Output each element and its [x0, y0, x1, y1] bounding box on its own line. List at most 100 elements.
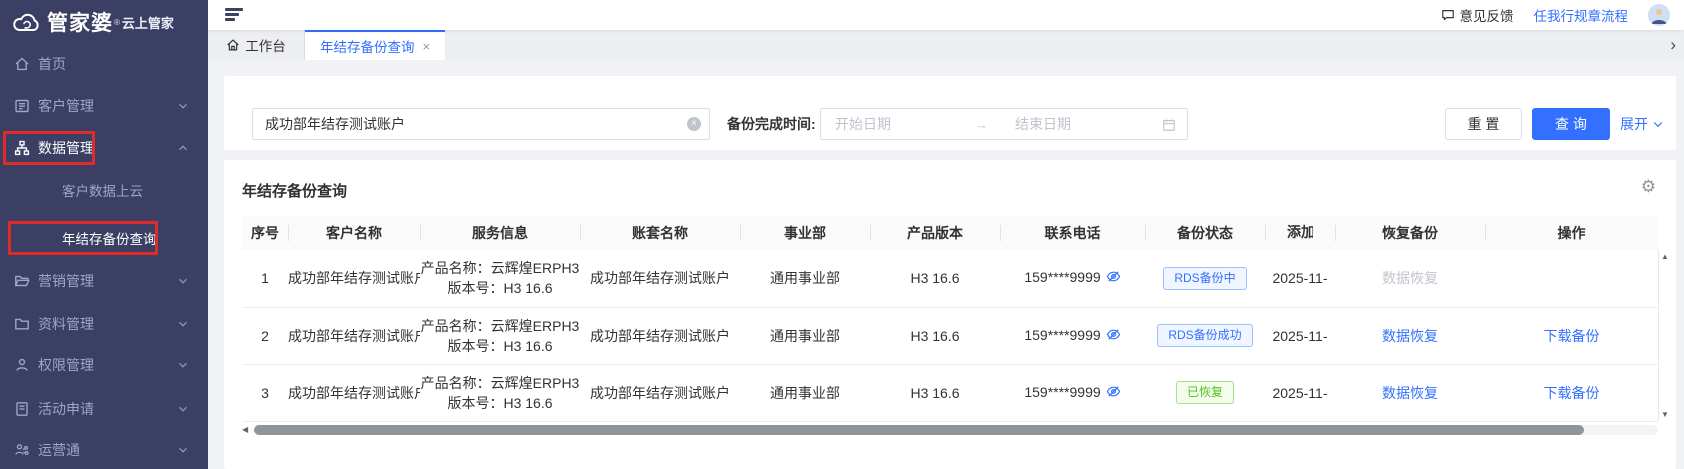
cell-division: 通用事业部	[740, 250, 870, 308]
col-backup-status: 备份状态	[1145, 216, 1265, 250]
col-account: 账套名称	[580, 216, 740, 250]
col-service-info: 服务信息	[420, 216, 580, 250]
tab-overflow-right-icon[interactable]: ›	[1670, 33, 1676, 57]
chevron-up-icon	[176, 141, 190, 155]
rules-process-link[interactable]: 任我行规章流程	[1534, 5, 1629, 25]
start-date-input[interactable]	[835, 116, 975, 132]
reset-button[interactable]: 重 置	[1445, 108, 1522, 140]
expand-label: 展开	[1620, 116, 1648, 132]
gear-icon[interactable]: ⚙	[1641, 178, 1656, 195]
horizontal-scroll-thumb[interactable]	[254, 425, 1584, 435]
backup-time-label: 备份完成时间:	[727, 116, 816, 132]
eye-off-icon[interactable]	[1106, 328, 1121, 345]
cell-customer: 成功部年结存测试账户	[288, 250, 420, 308]
sidebar-item-customer-mgmt[interactable]: 客户管理	[0, 85, 208, 127]
cell-phone: 159****9999	[1000, 250, 1145, 308]
chevron-down-icon	[176, 317, 190, 331]
cell-product-version: H3 16.6	[870, 307, 1000, 365]
sidebar-item-label: 权限管理	[38, 357, 94, 373]
collapse-menu-icon[interactable]	[225, 8, 245, 22]
sidebar-item-label: 数据管理	[38, 140, 94, 156]
sidebar-item-data-mgmt[interactable]: 数据管理	[0, 127, 208, 169]
query-button[interactable]: 查 询	[1532, 108, 1610, 140]
avatar[interactable]	[1648, 4, 1670, 26]
data-restore-link[interactable]: 数据恢复	[1382, 328, 1438, 344]
eye-off-icon[interactable]	[1106, 271, 1121, 287]
sidebar-item-material-mgmt[interactable]: 资料管理	[0, 303, 208, 345]
scroll-up-icon[interactable]: ▲	[1661, 252, 1669, 261]
cell-backup-status: RDS备份成功	[1145, 307, 1265, 365]
data-restore-link[interactable]: 数据恢复	[1382, 385, 1438, 401]
scroll-down-icon[interactable]: ▼	[1661, 410, 1669, 419]
sidebar-item-marketing-mgmt[interactable]: 营销管理	[0, 260, 208, 302]
horizontal-scrollbar[interactable]: ◀	[242, 424, 1658, 436]
tab-year-backup-query[interactable]: 年结存备份查询 ×	[305, 30, 445, 60]
cell-product-version: H3 16.6	[870, 364, 1000, 422]
col-division: 事业部	[740, 216, 870, 250]
brand-name: 管家婆	[47, 12, 113, 35]
cell-customer: 成功部年结存测试账户	[288, 364, 420, 422]
clear-input-icon[interactable]: ×	[687, 117, 701, 131]
feedback-label: 意见反馈	[1459, 9, 1514, 24]
cell-add-time: 2025-11-	[1265, 364, 1335, 422]
brand-suffix: 云上管家	[121, 15, 174, 31]
date-range-picker[interactable]: →	[820, 108, 1188, 140]
filter-panel: × 备份完成时间: → 重 置 查 询 展开	[224, 76, 1676, 150]
tab-close-icon[interactable]: ×	[422, 40, 430, 53]
sidebar-item-label: 运营通	[38, 442, 80, 458]
cell-product-version: H3 16.6	[870, 250, 1000, 308]
sidebar-item-label: 资料管理	[38, 316, 94, 332]
folder-icon	[14, 316, 30, 332]
status-badge: 已恢复	[1175, 381, 1234, 404]
operation-icon	[14, 442, 30, 458]
col-phone: 联系电话	[1000, 216, 1145, 250]
customer-icon	[14, 98, 30, 114]
scroll-left-icon[interactable]: ◀	[242, 424, 254, 436]
download-backup-link[interactable]: 下载备份	[1544, 328, 1600, 344]
horizontal-scroll-track[interactable]	[254, 425, 1658, 435]
tab-bar: 工作台 年结存备份查询 × ›	[208, 30, 1684, 60]
sidebar-item-operation-tong[interactable]: 运营通	[0, 429, 208, 469]
data-restore-link: 数据恢复	[1382, 270, 1438, 287]
marketing-icon	[14, 273, 30, 289]
expand-toggle[interactable]: 展开	[1620, 108, 1664, 140]
eye-off-icon[interactable]	[1106, 385, 1121, 402]
chevron-down-icon	[1652, 118, 1664, 130]
main-area: 意见反馈 任我行规章流程 工作台 年结存备份查询 × › 成功部年结存测试账户 …	[208, 0, 1684, 469]
data-icon	[14, 140, 30, 156]
top-right-group: 意见反馈 任我行规章流程	[1441, 0, 1670, 30]
col-add-time: 添加时间	[1265, 216, 1335, 250]
table-title: 年结存备份查询	[242, 183, 348, 200]
tab-active-label: 年结存备份查询	[319, 40, 415, 55]
sidebar-item-customer-data-cloud[interactable]: 客户数据上云	[0, 169, 208, 211]
vertical-scrollbar[interactable]: ▲ ▼	[1658, 250, 1671, 421]
permission-icon	[14, 357, 30, 373]
cell-service-info: 产品名称：云辉煌ERPH3 版本号：H3 16.6	[420, 307, 580, 365]
col-customer: 客户名称	[288, 216, 420, 250]
download-backup-link[interactable]: 下载备份	[1544, 385, 1600, 401]
brand-reg-mark: ®	[114, 17, 120, 27]
cell-backup-status: RDS备份中	[1145, 250, 1265, 308]
cell-account: 成功部年结存测试账户	[580, 307, 740, 365]
tab-workbench[interactable]: 工作台	[208, 30, 305, 60]
sidebar-item-label: 活动申请	[38, 401, 94, 417]
table-header-row: 序号 客户名称 服务信息 账套名称 事业部 产品版本 联系电话 备份状态 添加时…	[242, 216, 1658, 250]
cell-operation: 下载备份	[1485, 364, 1658, 422]
cell-backup-status: 已恢复	[1145, 364, 1265, 422]
feedback-button[interactable]: 意见反馈	[1441, 5, 1514, 25]
sidebar-item-home[interactable]: 首页	[0, 43, 208, 85]
sidebar-item-year-backup-query[interactable]: 年结存备份查询	[0, 217, 208, 259]
tab-workbench-label: 工作台	[245, 39, 286, 54]
search-input[interactable]	[252, 108, 710, 140]
sidebar-item-activity-apply[interactable]: 活动申请	[0, 388, 208, 430]
chevron-down-icon	[176, 358, 190, 372]
home-icon	[14, 56, 30, 72]
end-date-input[interactable]	[1015, 116, 1135, 132]
sidebar-item-permission-mgmt[interactable]: 权限管理	[0, 344, 208, 386]
col-operation: 操作	[1485, 216, 1658, 250]
cell-add-time: 2025-11-	[1265, 250, 1335, 308]
sidebar-item-label: 首页	[38, 56, 66, 72]
cell-account: 成功部年结存测试账户	[580, 250, 740, 308]
chevron-down-icon	[176, 402, 190, 416]
table-panel: 年结存备份查询 ⚙ 序号 客户名称 服务信息 账套名称 事业部 产品版本 联系电…	[224, 160, 1676, 469]
